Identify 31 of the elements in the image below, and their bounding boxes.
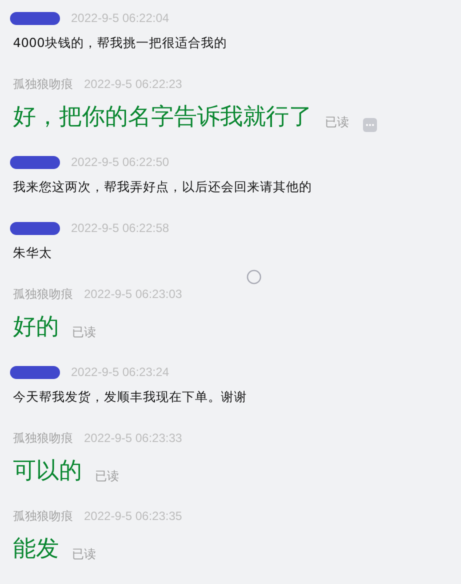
timestamp: 2022-9-5 06:22:50 bbox=[71, 155, 170, 169]
read-receipt: 已读 bbox=[95, 468, 119, 485]
timestamp: 2022-9-5 06:22:58 bbox=[71, 221, 170, 235]
message-text: 好，把你的名字告诉我就行了 bbox=[13, 103, 312, 132]
read-receipt: 已读 bbox=[325, 114, 349, 131]
timestamp: 2022-9-5 06:23:03 bbox=[84, 287, 182, 301]
ellipsis-icon bbox=[365, 123, 375, 127]
redaction-mark bbox=[10, 12, 60, 24]
sender-name: 孤独狼吻痕 bbox=[13, 508, 73, 524]
sender-name: 孤独狼吻痕 bbox=[13, 76, 73, 92]
sender-name: 孤独狼吻痕 bbox=[13, 430, 73, 446]
redaction-mark bbox=[10, 366, 60, 378]
read-receipt: 已读 bbox=[72, 546, 96, 563]
message-text: 可以的 bbox=[13, 457, 82, 486]
timestamp: 2022-9-5 06:23:33 bbox=[84, 431, 182, 445]
message-text: 好的 bbox=[13, 313, 59, 342]
message-text: 我来您这两次，帮我弄好点，以后还会回来请其他的 bbox=[13, 178, 312, 196]
read-receipt: 已读 bbox=[72, 324, 96, 341]
message-text: 今天帮我发货，发顺丰我现在下单。谢谢 bbox=[13, 388, 247, 406]
message-text: 能发 bbox=[13, 535, 59, 564]
more-button[interactable] bbox=[363, 118, 377, 132]
redaction-mark bbox=[10, 222, 60, 234]
circle-icon bbox=[246, 269, 262, 285]
timestamp: 2022-9-5 06:23:24 bbox=[71, 365, 170, 379]
redaction-mark bbox=[10, 156, 60, 168]
timestamp: 2022-9-5 06:22:04 bbox=[71, 11, 170, 25]
message-text: 4000块钱的，帮我挑一把很适合我的 bbox=[13, 34, 227, 52]
timestamp: 2022-9-5 06:22:23 bbox=[84, 77, 182, 91]
timestamp: 2022-9-5 06:23:35 bbox=[84, 509, 182, 523]
sender-name: 孤独狼吻痕 bbox=[13, 286, 73, 302]
message-text: 朱华太 bbox=[13, 244, 52, 262]
